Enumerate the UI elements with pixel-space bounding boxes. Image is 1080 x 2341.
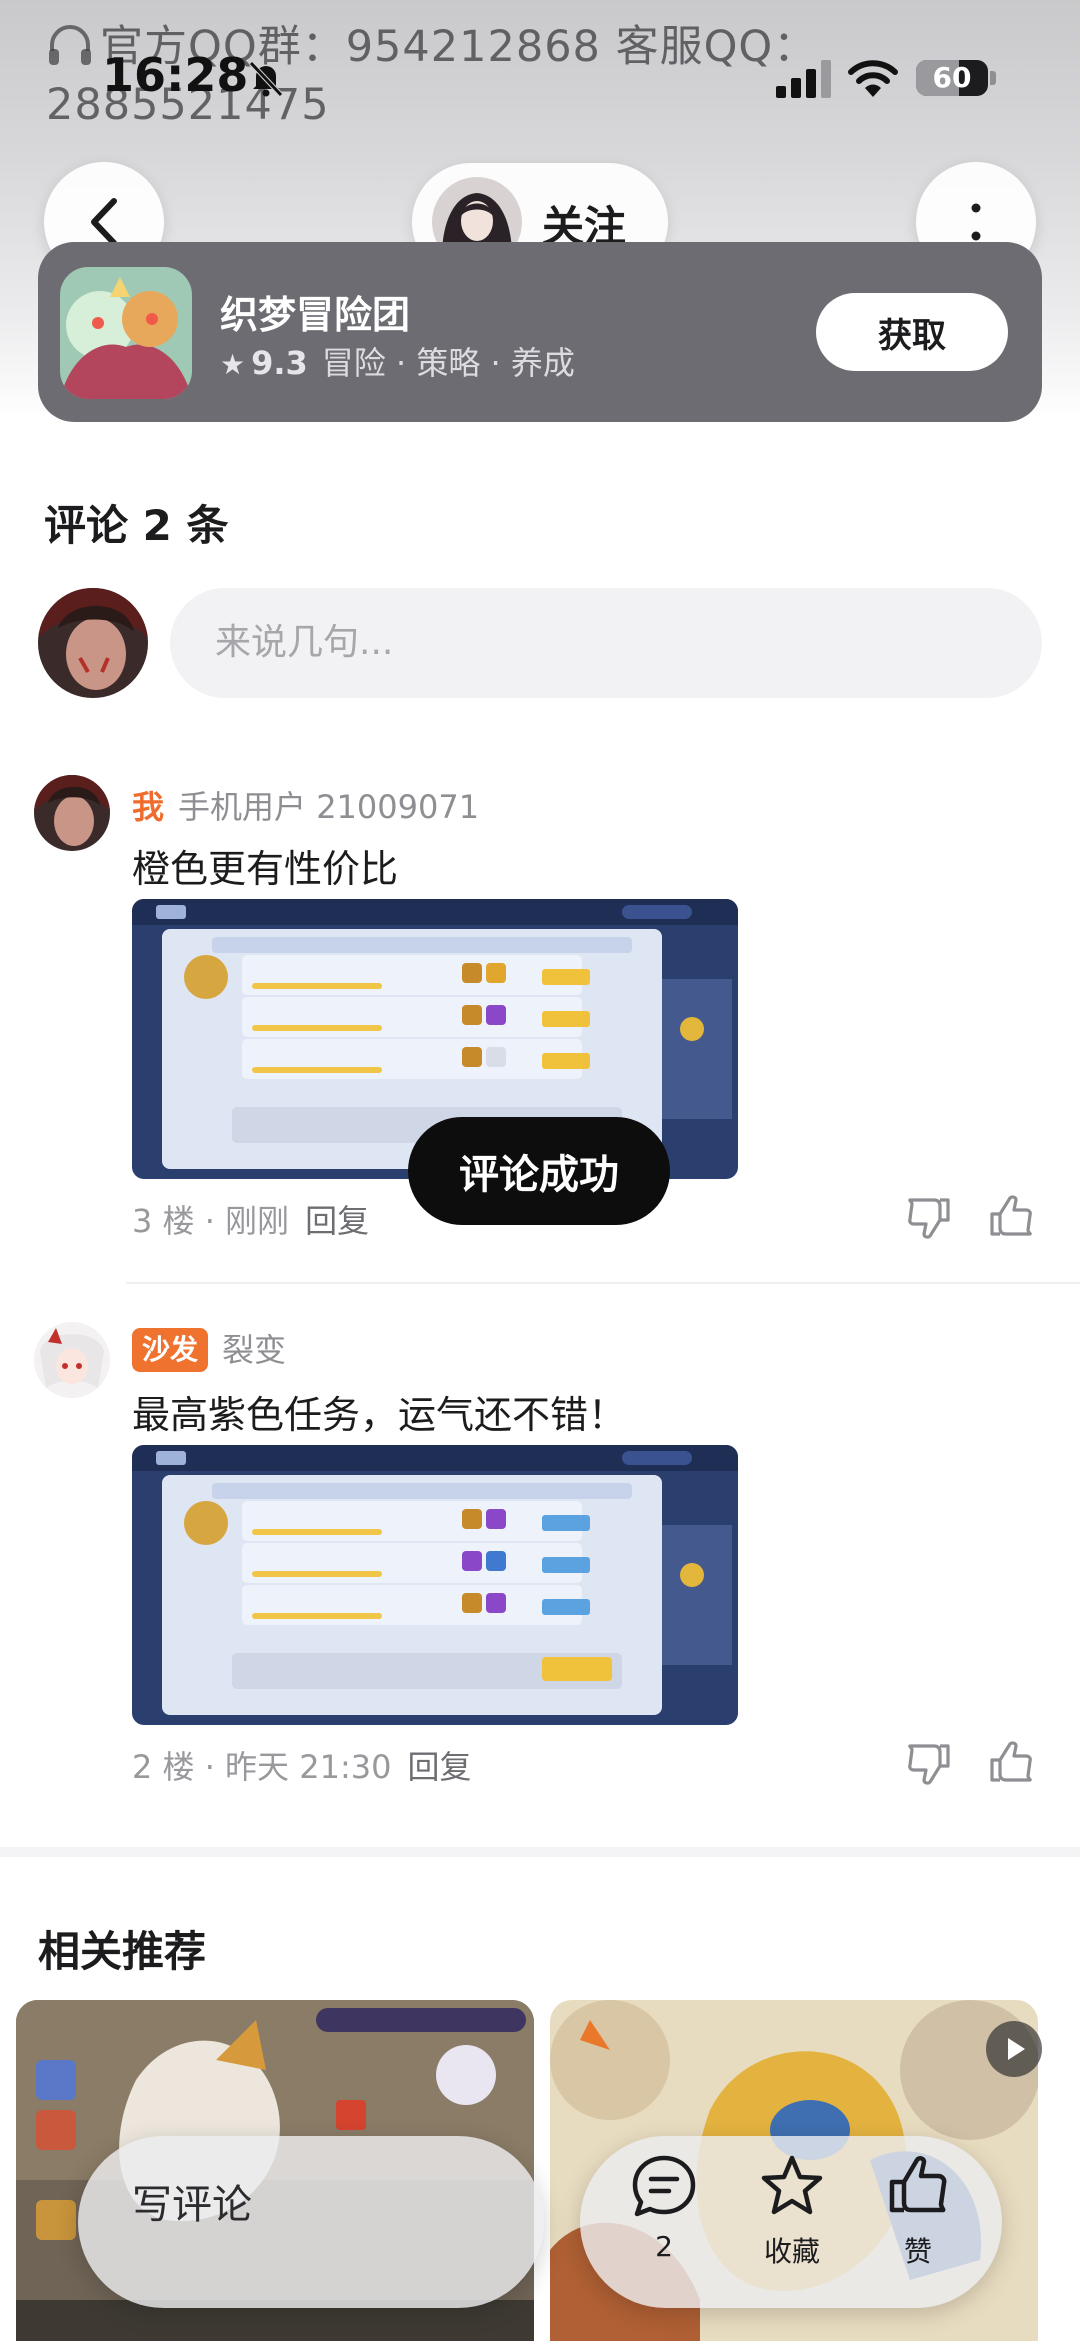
- comment-input[interactable]: 来说几句...: [170, 588, 1042, 698]
- comment-username: 手机用户 21009071: [178, 788, 480, 826]
- comment-avatar[interactable]: [34, 775, 110, 851]
- comment-footer: 2 楼 · 昨天 21:30 回复: [132, 1742, 471, 1788]
- status-time: 16:28: [102, 48, 249, 102]
- sofa-badge: 沙发: [132, 1328, 209, 1372]
- dislike-icon[interactable]: [904, 1192, 954, 1242]
- game-meta: ★ 9.3 冒险 · 策略 · 养成: [220, 338, 575, 384]
- battery-percent: 60: [932, 61, 972, 94]
- comment-image[interactable]: [132, 1445, 738, 1725]
- bell-off-icon: [249, 61, 283, 97]
- favorite-label: 收藏: [763, 2235, 820, 2268]
- comments-title: 评论 2 条: [44, 501, 229, 550]
- toast-message: 评论成功: [408, 1117, 670, 1225]
- comment-footer: 3 楼 · 刚刚 回复: [132, 1196, 369, 1242]
- me-badge: 我: [132, 788, 165, 826]
- more-icon: [971, 203, 981, 241]
- reply-button[interactable]: 回复: [305, 1202, 369, 1240]
- comment-text: 橙色更有性价比: [132, 847, 399, 891]
- dislike-icon[interactable]: [904, 1738, 954, 1788]
- star-icon: ★: [220, 348, 246, 381]
- game-rating: 9.3: [251, 344, 308, 382]
- section-separator: [0, 1847, 1080, 1857]
- comment-count: 2: [655, 2230, 673, 2263]
- comment-divider: [126, 1282, 1080, 1284]
- reply-button[interactable]: 回复: [407, 1748, 471, 1786]
- battery-cap: [990, 71, 996, 85]
- write-comment-label: 写评论: [132, 2182, 252, 2228]
- comment-floor-time: 3 楼 · 刚刚: [132, 1202, 290, 1240]
- like-icon[interactable]: [986, 1738, 1036, 1788]
- comment-floor-time: 2 楼 · 昨天 21:30: [132, 1748, 392, 1786]
- game-icon: [60, 267, 192, 399]
- comment-username: 裂变: [222, 1331, 287, 1369]
- favorite-icon: [761, 2155, 823, 2215]
- battery-indicator: 60: [916, 60, 988, 96]
- comment-text: 最高紫色任务，运气还不错！: [132, 1393, 627, 1437]
- game-info-card[interactable]: 织梦冒险团 ★ 9.3 冒险 · 策略 · 养成 获取: [38, 242, 1042, 422]
- comment-icon: [632, 2155, 696, 2217]
- comment-action[interactable]: 2: [604, 2152, 724, 2263]
- comment-user[interactable]: 沙发 裂变: [132, 1325, 286, 1372]
- back-icon: [91, 198, 117, 246]
- game-tags: 冒险 · 策略 · 养成: [321, 344, 575, 382]
- get-button[interactable]: 获取: [816, 293, 1008, 371]
- favorite-action[interactable]: 收藏: [732, 2152, 852, 2270]
- game-name: 织梦冒险团: [220, 293, 411, 337]
- signal-icon: [776, 60, 831, 98]
- wifi-icon: [848, 60, 898, 97]
- recommend-title: 相关推荐: [38, 1927, 207, 1976]
- like-action[interactable]: 赞: [858, 2152, 978, 2270]
- comment-user[interactable]: 我手机用户 21009071: [132, 782, 479, 828]
- like-icon: [889, 2156, 947, 2213]
- headset-icon: [49, 25, 91, 65]
- like-label: 赞: [903, 2235, 932, 2268]
- video-play-button[interactable]: [986, 2021, 1042, 2077]
- comment-avatar[interactable]: [34, 1322, 110, 1398]
- my-avatar: [38, 588, 148, 698]
- play-icon: [1008, 2038, 1025, 2060]
- like-icon[interactable]: [986, 1192, 1036, 1242]
